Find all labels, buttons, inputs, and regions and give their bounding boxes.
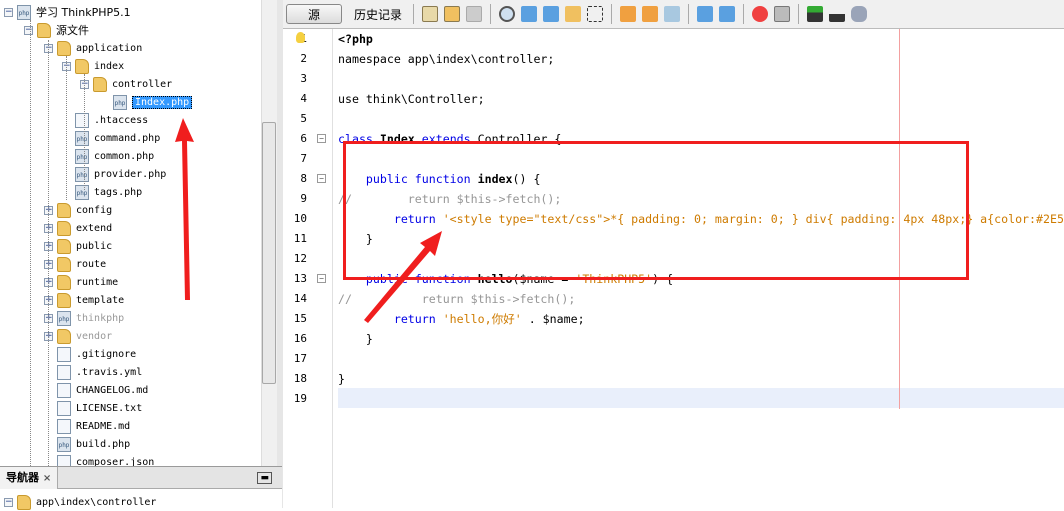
annotation-arrow-tree [175, 118, 194, 300]
annotation-arrows [175, 118, 442, 323]
annotation-arrow-code [364, 231, 442, 323]
